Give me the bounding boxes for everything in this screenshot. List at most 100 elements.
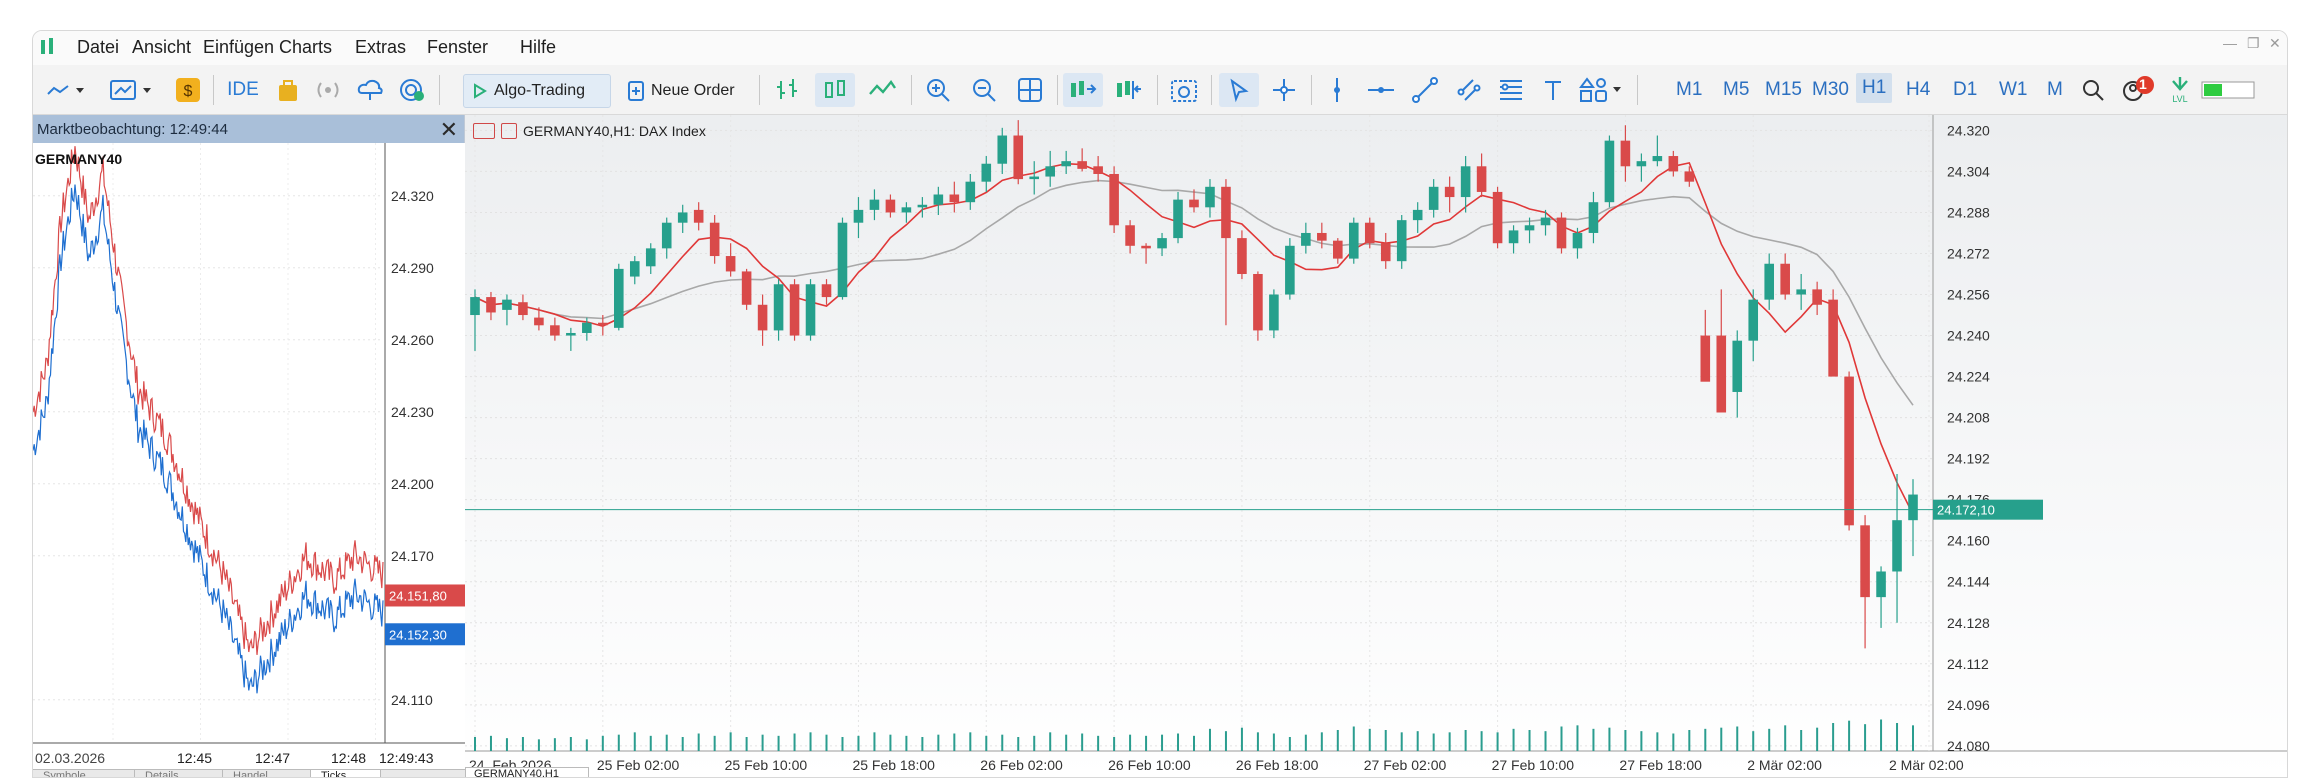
notification-count: 1 bbox=[2139, 76, 2147, 92]
shapes-dropdown[interactable] bbox=[1577, 73, 1627, 107]
text-icon[interactable] bbox=[1537, 73, 1569, 107]
community-icon[interactable] bbox=[395, 73, 429, 107]
candle-body bbox=[1380, 243, 1391, 262]
restore-icon[interactable]: ❐ bbox=[2247, 35, 2260, 52]
bar-chart-icon[interactable] bbox=[769, 73, 807, 107]
menu-charts[interactable]: Charts bbox=[279, 37, 332, 58]
menu-ansicht[interactable]: Ansicht bbox=[132, 37, 191, 58]
timeframe-m30[interactable]: M30 bbox=[1812, 79, 1849, 101]
market-bag-icon[interactable] bbox=[273, 73, 303, 107]
chart-shift-icon[interactable] bbox=[1109, 73, 1149, 107]
candle bbox=[1348, 217, 1359, 264]
templates-dropdown[interactable] bbox=[107, 73, 157, 107]
tab-ticks[interactable]: Ticks bbox=[311, 770, 381, 777]
minimize-icon[interactable]: — bbox=[2223, 35, 2237, 51]
tick-time-label: 12:48 bbox=[331, 750, 366, 766]
trendline-icon[interactable] bbox=[1407, 73, 1443, 107]
vps-cloud-icon[interactable] bbox=[353, 73, 387, 107]
tick-price-label: 24.200 bbox=[391, 476, 434, 492]
candle-body bbox=[1588, 202, 1599, 233]
candle-body bbox=[805, 284, 816, 336]
timeframe-h4[interactable]: H4 bbox=[1906, 79, 1930, 101]
crosshair-icon[interactable] bbox=[1265, 73, 1303, 107]
tab-symbole[interactable]: Symbole bbox=[33, 770, 135, 777]
timeframe-w1[interactable]: W1 bbox=[1999, 79, 2028, 101]
zoom-out-icon[interactable] bbox=[965, 73, 1003, 107]
zoom-in-icon[interactable] bbox=[919, 73, 957, 107]
candle-body bbox=[757, 304, 768, 331]
tab-handel[interactable]: Handel bbox=[223, 770, 311, 777]
line-chart-type-icon[interactable] bbox=[863, 73, 901, 107]
account-notifications-icon[interactable]: 1 bbox=[2119, 73, 2159, 107]
tick-price-label: 24.320 bbox=[391, 188, 434, 204]
candle-body bbox=[1189, 199, 1199, 208]
menu-extras[interactable]: Extras bbox=[355, 37, 406, 58]
timeframe-mn[interactable]: M bbox=[2047, 79, 2063, 101]
candle bbox=[1844, 371, 1854, 531]
candle-body bbox=[1428, 186, 1439, 210]
candle-body bbox=[1716, 335, 1727, 413]
market-watch-panel: Marktbeobachtung: 12:49:44 ✕ 24.320 24.29… bbox=[33, 115, 465, 777]
tile-windows-icon[interactable] bbox=[1011, 73, 1049, 107]
candle-body bbox=[1572, 232, 1583, 249]
candle-body bbox=[869, 199, 880, 210]
menu-datei[interactable]: Datei bbox=[77, 37, 119, 58]
candle-body bbox=[1556, 217, 1567, 249]
menu-fenster[interactable]: Fenster bbox=[427, 37, 488, 58]
candle-body bbox=[1285, 245, 1295, 295]
candle-body bbox=[1492, 191, 1503, 244]
autoscroll-icon[interactable] bbox=[1063, 73, 1103, 107]
new-order-button[interactable]: Neue Order bbox=[619, 74, 749, 108]
tick-time-label: 12:49:43 bbox=[379, 750, 434, 766]
connection-status-icon bbox=[2199, 73, 2257, 107]
menu-hilfe[interactable]: Hilfe bbox=[520, 37, 556, 58]
y-tick-label: 24.128 bbox=[1947, 615, 1990, 631]
screenshot-icon[interactable] bbox=[1165, 73, 1203, 107]
candle-body bbox=[1748, 299, 1759, 341]
candle bbox=[789, 279, 800, 341]
candle-body bbox=[1812, 289, 1822, 305]
candle-body bbox=[1317, 232, 1327, 241]
chart-type-dropdown[interactable] bbox=[43, 73, 89, 107]
timeframe-m1[interactable]: M1 bbox=[1676, 79, 1702, 101]
candle-body bbox=[981, 163, 992, 182]
tab-chart-germany40[interactable]: GERMANY40,H1 bbox=[465, 767, 589, 777]
candle-body bbox=[1013, 135, 1024, 180]
channel-icon[interactable] bbox=[1451, 73, 1487, 107]
y-tick-label: 24.208 bbox=[1947, 410, 1990, 426]
timeframe-m5[interactable]: M5 bbox=[1723, 79, 1749, 101]
cursor-icon[interactable] bbox=[1219, 73, 1259, 107]
x-tick-label: 27 Feb 10:00 bbox=[1492, 757, 1575, 773]
search-icon[interactable] bbox=[2077, 73, 2109, 107]
ide-button[interactable]: IDE bbox=[223, 73, 263, 107]
candle-body bbox=[741, 271, 752, 305]
timeframe-h1[interactable]: H1 bbox=[1856, 73, 1893, 103]
line-chart-icon bbox=[47, 85, 84, 95]
signals-icon[interactable] bbox=[311, 73, 345, 107]
timeframe-m15[interactable]: M15 bbox=[1765, 79, 1802, 101]
horizontal-line-icon[interactable] bbox=[1363, 73, 1399, 107]
chart-window[interactable]: 24.320 24.304 24.288 24.272 24.256 24.240 24.2… bbox=[465, 115, 2287, 777]
chart-properties-icon[interactable] bbox=[501, 123, 517, 139]
candlestick-chart-icon[interactable] bbox=[815, 73, 855, 107]
y-tick-label: 24.224 bbox=[1947, 369, 1990, 385]
dollar-icon[interactable]: $ bbox=[173, 73, 203, 107]
timeframe-d1[interactable]: D1 bbox=[1953, 79, 1977, 101]
x-tick-label: 26 Feb 18:00 bbox=[1236, 757, 1319, 773]
close-icon[interactable]: ✕ bbox=[440, 117, 458, 143]
fibonacci-icon[interactable] bbox=[1493, 73, 1529, 107]
candle-body bbox=[1460, 166, 1471, 198]
vertical-line-icon[interactable] bbox=[1319, 73, 1355, 107]
candle-body bbox=[1908, 494, 1918, 521]
algo-trading-button[interactable]: Algo-Trading bbox=[463, 74, 611, 108]
candle-body bbox=[1125, 225, 1135, 246]
chart-menu-icon[interactable] bbox=[473, 123, 495, 139]
candle-body bbox=[917, 204, 928, 208]
candle bbox=[1828, 289, 1838, 377]
candle-body bbox=[1684, 171, 1695, 182]
menu-einfuegen[interactable]: Einfügen bbox=[203, 37, 274, 58]
candle-body bbox=[965, 181, 976, 203]
app-window: Datei Ansicht Einfügen Charts Extras Fen… bbox=[32, 30, 2288, 778]
tab-details[interactable]: Details bbox=[135, 770, 223, 777]
close-window-icon[interactable]: ✕ bbox=[2269, 35, 2281, 52]
